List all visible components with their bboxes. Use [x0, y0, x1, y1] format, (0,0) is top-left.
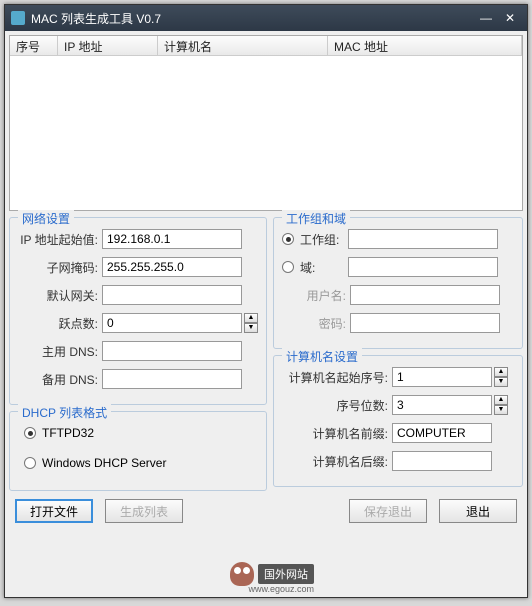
digits-input[interactable] [392, 395, 492, 415]
dns1-input[interactable] [102, 341, 242, 361]
mask-label: 子网掩码: [18, 259, 102, 276]
gateway-label: 默认网关: [18, 287, 102, 304]
footer-toolbar: 打开文件 生成列表 保存退出 退出 [9, 491, 523, 531]
col-mac[interactable]: MAC 地址 [328, 36, 522, 55]
workgroup-domain-group: 工作组和域 工作组: 域: 用户名: 密码: [273, 217, 523, 349]
digits-down[interactable]: ▼ [494, 405, 508, 415]
dns2-label: 备用 DNS: [18, 371, 102, 388]
exit-button[interactable]: 退出 [439, 499, 517, 523]
app-icon [11, 11, 25, 25]
table-body [10, 56, 522, 211]
table-header: 序号 IP 地址 计算机名 MAC 地址 [10, 36, 522, 56]
user-input[interactable] [350, 285, 500, 305]
workgroup-input[interactable] [348, 229, 498, 249]
start-seq-up[interactable]: ▲ [494, 367, 508, 377]
workgroup-label: 工作组: [300, 231, 348, 248]
suffix-label: 计算机名后缀: [282, 453, 392, 470]
prefix-label: 计算机名前缀: [282, 425, 392, 442]
ip-start-label: IP 地址起始值: [18, 231, 102, 248]
digits-label: 序号位数: [282, 397, 392, 414]
start-seq-down[interactable]: ▼ [494, 377, 508, 387]
hops-down[interactable]: ▼ [244, 323, 258, 333]
cn-legend: 计算机名设置 [282, 348, 362, 365]
minimize-button[interactable]: — [475, 9, 497, 27]
radio-icon [282, 233, 294, 245]
digits-up[interactable]: ▲ [494, 395, 508, 405]
network-settings-group: 网络设置 IP 地址起始值: 子网掩码: 默认网关: 跃点数: ▲▼ 主用 DN… [9, 217, 267, 405]
dhcp-opt-windows[interactable]: Windows DHCP Server [18, 452, 258, 474]
ip-start-input[interactable] [102, 229, 242, 249]
start-seq-label: 计算机名起始序号: [282, 369, 392, 386]
suffix-input[interactable] [392, 451, 492, 471]
wg-legend: 工作组和域 [282, 210, 350, 227]
generate-list-button[interactable]: 生成列表 [105, 499, 183, 523]
start-seq-input[interactable] [392, 367, 492, 387]
prefix-input[interactable] [392, 423, 492, 443]
open-file-button[interactable]: 打开文件 [15, 499, 93, 523]
col-ip[interactable]: IP 地址 [58, 36, 158, 55]
gateway-input[interactable] [102, 285, 242, 305]
hostname-settings-group: 计算机名设置 计算机名起始序号: ▲▼ 序号位数: ▲▼ 计算机名前缀: 计算机… [273, 355, 523, 487]
col-host[interactable]: 计算机名 [158, 36, 328, 55]
domain-label: 域: [300, 259, 348, 276]
dhcp-opt-tftpd32[interactable]: TFTPD32 [18, 422, 258, 444]
workgroup-option[interactable]: 工作组: [282, 228, 514, 250]
mask-input[interactable] [102, 257, 242, 277]
radio-icon [24, 427, 36, 439]
dns2-input[interactable] [102, 369, 242, 389]
hops-up[interactable]: ▲ [244, 313, 258, 323]
domain-input[interactable] [348, 257, 498, 277]
dhcp-opt1-label: TFTPD32 [42, 426, 94, 440]
dns1-label: 主用 DNS: [18, 343, 102, 360]
radio-icon [24, 457, 36, 469]
dhcp-opt2-label: Windows DHCP Server [42, 456, 166, 470]
pass-input[interactable] [350, 313, 500, 333]
window-title: MAC 列表生成工具 V0.7 [31, 10, 473, 27]
domain-option[interactable]: 域: [282, 256, 514, 278]
dhcp-legend: DHCP 列表格式 [18, 404, 111, 421]
result-table: 序号 IP 地址 计算机名 MAC 地址 [9, 35, 523, 211]
hops-input[interactable] [102, 313, 242, 333]
hops-label: 跃点数: [18, 315, 102, 332]
save-exit-button[interactable]: 保存退出 [349, 499, 427, 523]
dhcp-format-group: DHCP 列表格式 TFTPD32 Windows DHCP Server [9, 411, 267, 491]
network-legend: 网络设置 [18, 210, 74, 227]
pass-label: 密码: [300, 315, 350, 332]
col-seq[interactable]: 序号 [10, 36, 58, 55]
close-button[interactable]: ✕ [499, 9, 521, 27]
radio-icon [282, 261, 294, 273]
titlebar: MAC 列表生成工具 V0.7 — ✕ [5, 5, 527, 31]
user-label: 用户名: [300, 287, 350, 304]
